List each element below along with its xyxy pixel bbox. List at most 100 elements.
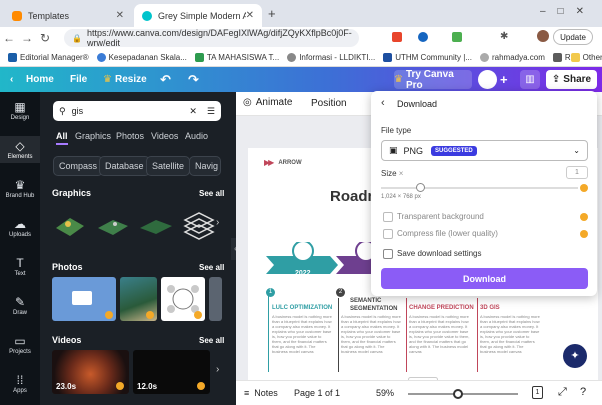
see-all-photos[interactable]: See all [199, 263, 224, 272]
magic-assistant-icon[interactable]: ✦ [563, 344, 587, 368]
graphic-thumbnail[interactable] [95, 206, 131, 242]
extension-icon[interactable] [392, 32, 402, 42]
share-label: Share [563, 74, 592, 85]
see-all-videos[interactable]: See all [199, 336, 224, 345]
close-tab-icon[interactable]: ✕ [246, 10, 254, 21]
bookmark-item[interactable]: Editorial Manager® [8, 53, 89, 62]
save-settings-checkbox[interactable] [383, 249, 393, 259]
back-chevron-icon[interactable]: ‹ [10, 67, 13, 92]
zoom-slider-thumb[interactable] [453, 389, 463, 399]
insights-chart-icon[interactable]: ▥ [520, 70, 540, 89]
pro-crown-icon [580, 184, 588, 192]
scroll-right-icon[interactable]: › [216, 364, 219, 375]
position-button[interactable]: Position [311, 98, 347, 109]
layout-icon: ▦ [14, 100, 26, 114]
transparent-checkbox[interactable] [383, 212, 393, 222]
download-button[interactable]: Download [381, 268, 588, 289]
graphic-thumbnail[interactable] [52, 206, 88, 242]
size-input[interactable]: 1 [566, 166, 588, 179]
animate-button[interactable]: ◎ Animate [243, 97, 292, 108]
profile-avatar[interactable] [537, 30, 549, 42]
try-canva-pro-button[interactable]: ♛ Try Canva Pro [394, 69, 472, 91]
video-thumbnail[interactable]: 23.0s [52, 350, 129, 394]
back-icon[interactable]: ← [0, 31, 18, 45]
bookmark-item[interactable]: UTHM Community |... [383, 53, 472, 62]
tab-all[interactable]: All [56, 131, 68, 141]
compress-checkbox[interactable] [383, 229, 393, 239]
zoom-slider-track[interactable] [408, 393, 518, 395]
undo-icon[interactable]: ↶ [160, 67, 171, 92]
user-avatar[interactable] [478, 70, 497, 89]
close-tab-icon[interactable]: ✕ [116, 10, 124, 21]
download-title: Download [397, 99, 438, 109]
file-type-select[interactable]: ▣ PNG SUGGESTED ⌄ [381, 140, 588, 161]
chip-compass[interactable]: Compass [53, 156, 104, 176]
rail-design[interactable]: ▦ Design [0, 100, 40, 121]
add-collaborator-icon[interactable]: + [500, 67, 508, 92]
photo-thumbnail[interactable] [209, 277, 222, 321]
bookmark-item[interactable]: Kesepadanan Skala... [96, 53, 187, 62]
update-button[interactable]: Update [553, 29, 593, 45]
window-controls[interactable]: –□✕ [540, 6, 596, 17]
tab-audio[interactable]: Audio [185, 131, 208, 141]
rail-text[interactable]: T Text [0, 256, 40, 277]
browser-tab-templates[interactable]: Templates ✕ [4, 4, 132, 27]
bookmark-item[interactable]: rahmadya.com [479, 53, 545, 62]
search-value: gis [71, 106, 84, 116]
tab-videos[interactable]: Videos [151, 131, 178, 141]
rail-apps[interactable]: ⁞⁞ Apps [0, 373, 40, 394]
filter-icon[interactable]: ☰ [207, 106, 215, 117]
forward-icon[interactable]: → [18, 31, 36, 45]
graphic-thumbnail[interactable] [181, 206, 217, 242]
size-label-text: Size [381, 169, 397, 178]
resize-button[interactable]: ♛ Resize [103, 67, 147, 92]
back-chevron-icon[interactable]: ‹ [381, 97, 385, 109]
browser-tab-bar: Templates ✕ Grey Simple Modern Arrow Ste… [0, 0, 602, 27]
chip-satellite[interactable]: Satellite [146, 156, 191, 176]
bookmark-item[interactable]: TA MAHASISWA T... [194, 53, 279, 62]
apps-icon: ⁞⁞ [16, 373, 24, 387]
file-menu-button[interactable]: File [70, 67, 87, 92]
search-input[interactable]: ⚲ gis ✕ ☰ [53, 101, 221, 121]
rail-projects[interactable]: ▭ Projects [0, 334, 40, 355]
size-slider-thumb[interactable] [416, 183, 425, 192]
video-thumbnail[interactable]: 12.0s [133, 350, 210, 394]
graphic-thumbnail[interactable] [138, 206, 174, 242]
help-icon[interactable]: ? [580, 386, 586, 398]
tab-photos[interactable]: Photos [116, 131, 144, 141]
extension-icon[interactable] [452, 32, 462, 42]
notes-button[interactable]: ≡ Notes [244, 388, 278, 398]
zoom-level[interactable]: 59% [376, 388, 394, 398]
size-slider-track[interactable] [381, 187, 578, 189]
url-field[interactable]: 🔒 https://www.canva.com/design/DAFegIXlW… [64, 28, 359, 48]
column-heading: 3D GIS [480, 305, 500, 311]
extension-icon[interactable] [418, 32, 428, 42]
redo-icon[interactable]: ↷ [188, 67, 199, 92]
rail-draw[interactable]: ✎ Draw [0, 295, 40, 316]
clear-search-icon[interactable]: ✕ [189, 106, 197, 117]
rail-uploads[interactable]: ☁ Uploads [0, 217, 40, 238]
fullscreen-icon[interactable]: ⤢ [558, 386, 567, 399]
other-bookmarks[interactable]: Other bookmarks [570, 53, 602, 62]
home-button[interactable]: Home [26, 67, 54, 92]
browser-tab-design[interactable]: Grey Simple Modern Arrow Step ✕ [134, 4, 262, 27]
rail-label: Text [14, 271, 26, 277]
bookmark-item[interactable]: R [552, 53, 571, 62]
reload-icon[interactable]: ↻ [36, 31, 54, 45]
column-heading: LULC OPTIMIZATION [272, 305, 333, 311]
download-popup: ‹ Download File type ▣ PNG SUGGESTED ⌄ S… [371, 91, 597, 296]
chip-database[interactable]: Database [99, 156, 150, 176]
suggested-badge: SUGGESTED [431, 145, 477, 156]
rail-brand-hub[interactable]: ♛ Brand Hub [0, 178, 40, 199]
rail-elements[interactable]: ◇ Elements [0, 136, 40, 163]
column-body: A business model is nothing more than a … [480, 314, 540, 354]
bookmark-item[interactable]: Informasi - LLDIKTI... [287, 53, 375, 62]
new-tab-button[interactable]: + [268, 6, 276, 21]
see-all-graphics[interactable]: See all [199, 189, 224, 198]
tab-graphics[interactable]: Graphics [75, 131, 111, 141]
share-button[interactable]: ⇪ Share [546, 70, 597, 89]
extensions-puzzle-icon[interactable]: ✱ [500, 31, 508, 42]
pages-button[interactable]: 1 [532, 386, 543, 399]
chip-navigation[interactable]: Navig [189, 156, 221, 176]
scroll-right-icon[interactable]: › [216, 217, 219, 228]
